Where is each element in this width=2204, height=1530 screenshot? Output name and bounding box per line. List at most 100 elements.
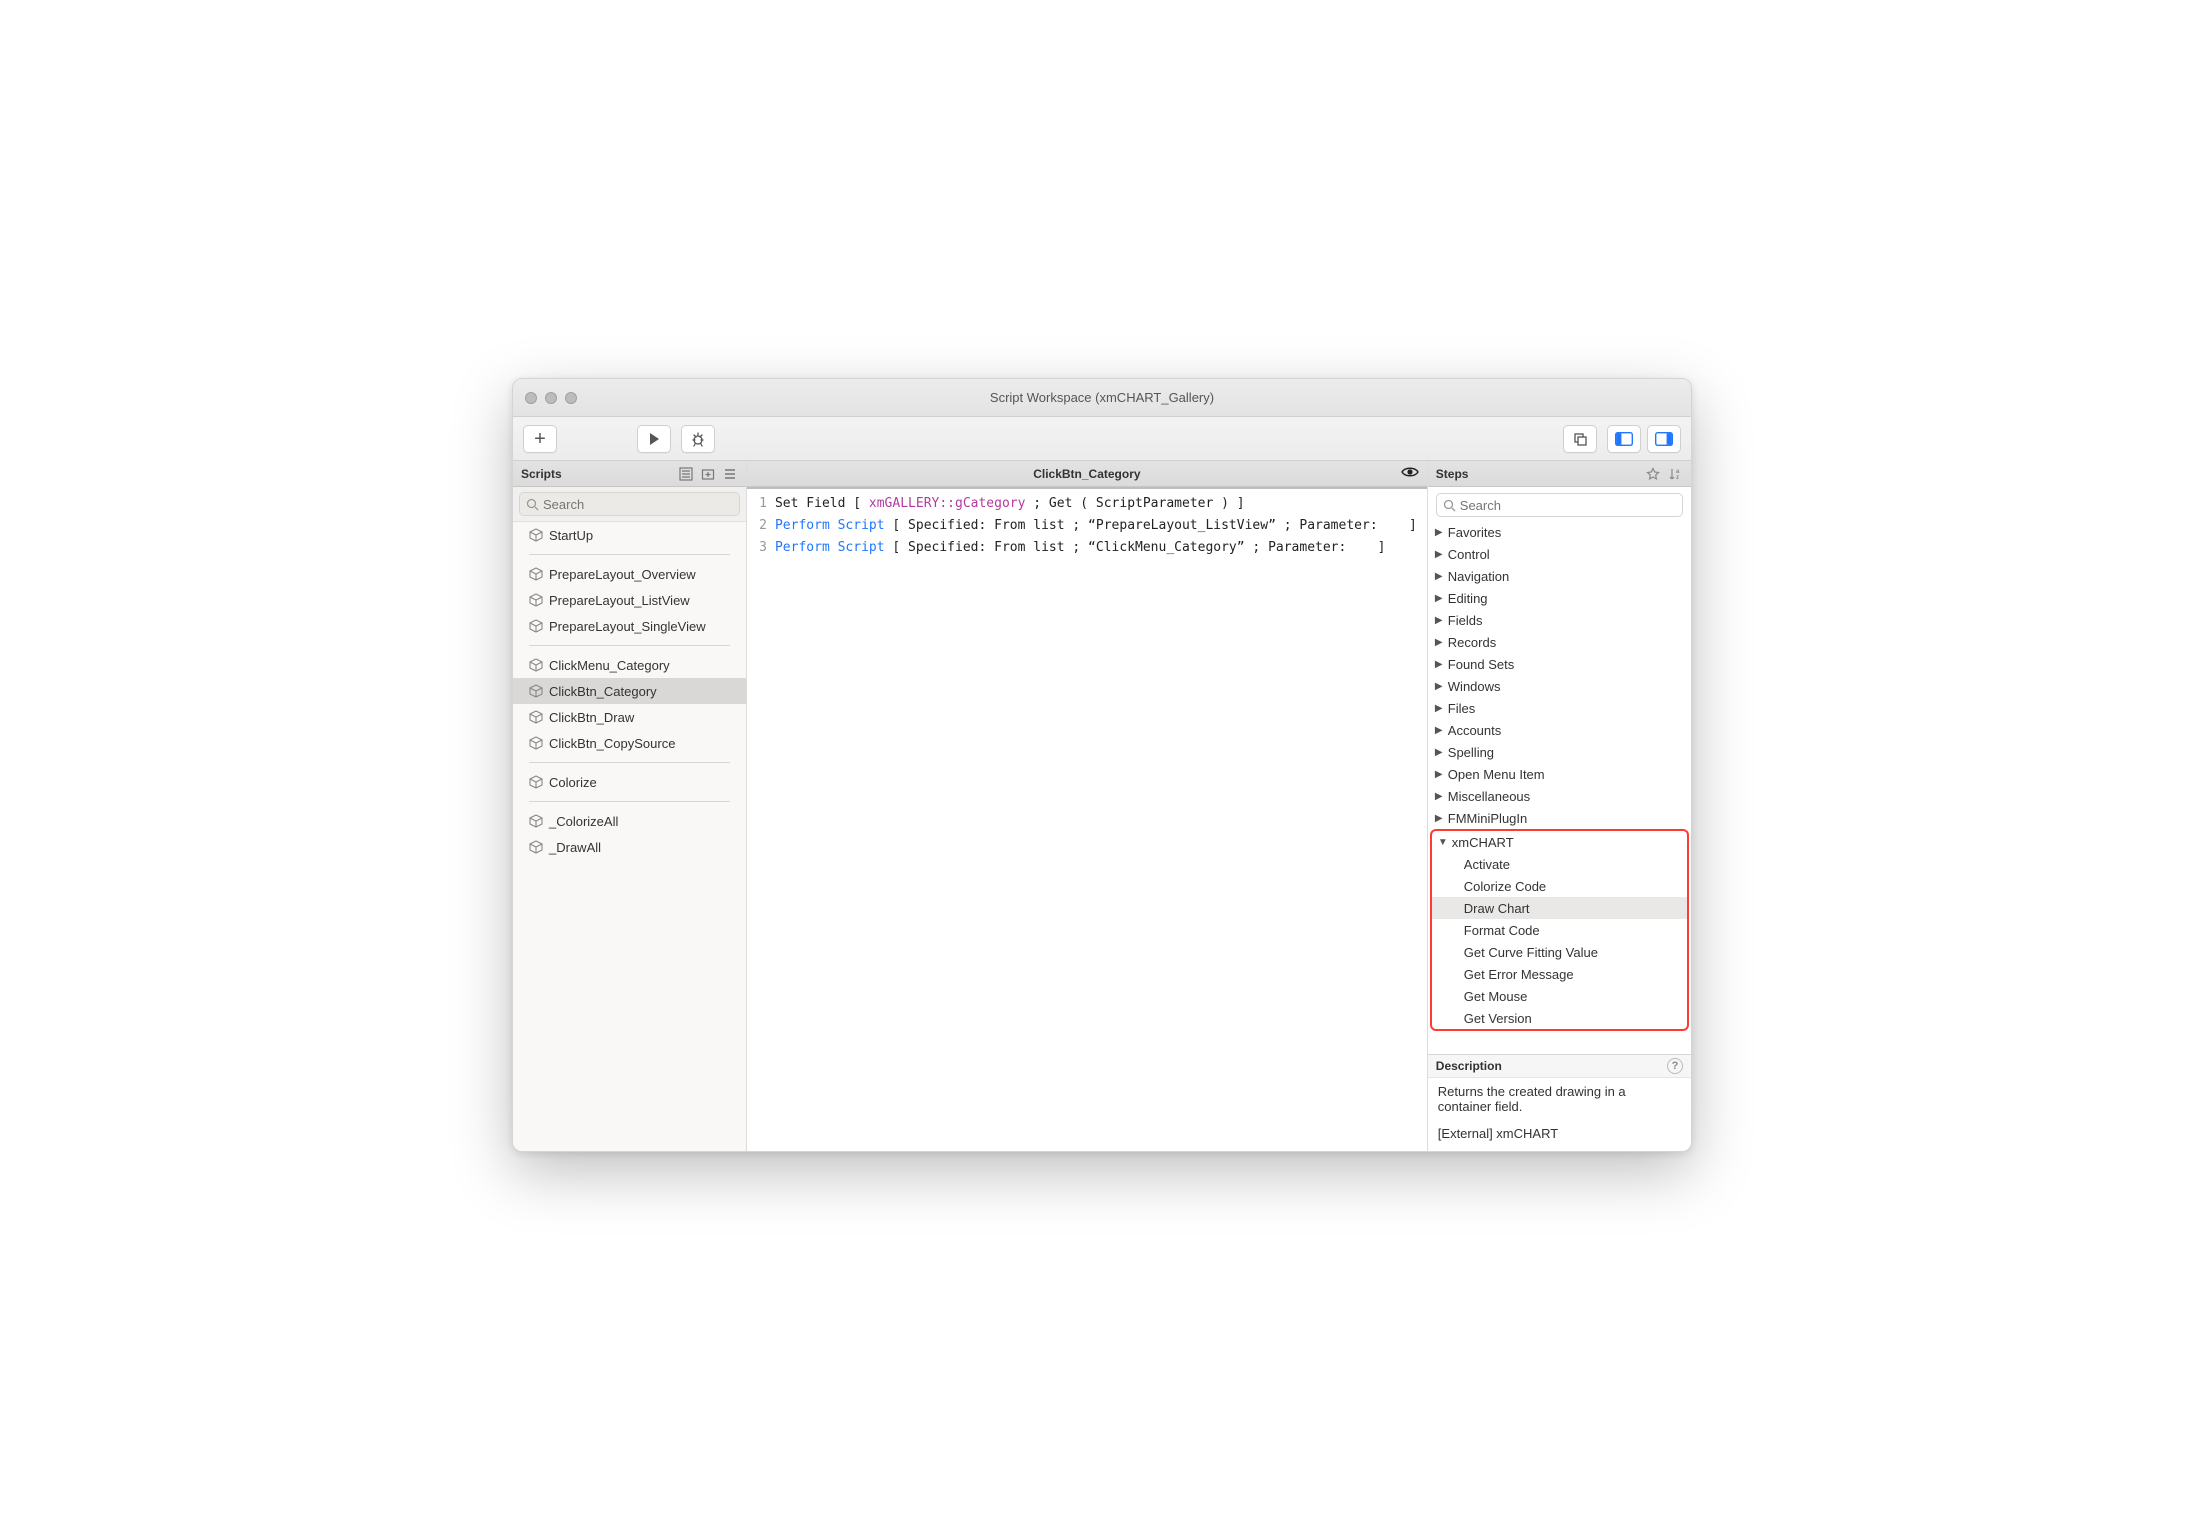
script-item[interactable]: ClickMenu_Category — [513, 652, 746, 678]
script-label: _ColorizeAll — [549, 814, 618, 829]
step-category[interactable]: ▶ Navigation — [1428, 565, 1691, 587]
help-icon[interactable]: ? — [1667, 1058, 1683, 1074]
bug-icon — [690, 431, 706, 447]
step-item[interactable]: Draw Chart — [1432, 897, 1687, 919]
run-button[interactable] — [637, 425, 671, 453]
disclosure-icon: ▼ — [1438, 837, 1448, 848]
toggle-right-pane-button[interactable] — [1647, 425, 1681, 453]
scripts-header: Scripts — [513, 461, 746, 487]
step-category[interactable]: ▶Records — [1428, 631, 1691, 653]
step-category[interactable]: ▶FMMiniPlugIn — [1428, 807, 1691, 829]
step-item[interactable]: Get Curve Fitting Value — [1432, 941, 1687, 963]
step-category[interactable]: ▶Fields — [1428, 609, 1691, 631]
script-icon — [529, 736, 543, 750]
step-item[interactable]: Colorize Code — [1432, 875, 1687, 897]
category-label: Editing — [1448, 591, 1488, 606]
step-category[interactable]: ▼ xmCHART — [1432, 831, 1687, 853]
scripts-search-input[interactable] — [543, 497, 733, 512]
disclosure-icon: ▶ — [1434, 571, 1444, 582]
sort-icon[interactable]: az — [1667, 466, 1683, 482]
category-label: Spelling — [1448, 745, 1494, 760]
step-category[interactable]: ▶Open Menu Item — [1428, 763, 1691, 785]
titlebar: Script Workspace (xmCHART_Gallery) — [513, 379, 1691, 417]
window-controls — [525, 392, 577, 404]
step-category[interactable]: ▶Miscellaneous — [1428, 785, 1691, 807]
step-category[interactable]: ▶Control — [1428, 543, 1691, 565]
category-label: Navigation — [1448, 569, 1509, 584]
scripts-checklist-icon[interactable] — [678, 466, 694, 482]
highlighted-category: ▼ xmCHART Activate Colorize CodeDraw ChartF… — [1430, 829, 1689, 1031]
step-category[interactable]: ▶Files — [1428, 697, 1691, 719]
disclosure-icon: ▶ — [1434, 527, 1444, 538]
script-item[interactable]: Colorize — [513, 769, 746, 795]
step-label: Get Mouse — [1464, 989, 1528, 1004]
new-script-button[interactable]: + — [523, 425, 557, 453]
category-label: Accounts — [1448, 723, 1501, 738]
step-category[interactable]: ▶Favorites — [1428, 521, 1691, 543]
debug-button[interactable] — [681, 425, 715, 453]
step-category[interactable]: ▶ Editing — [1428, 587, 1691, 609]
steps-pane: Steps az ▶Favorites▶Control▶Navigation▶E… — [1428, 461, 1691, 1151]
disclosure-icon: ▶ — [1434, 615, 1444, 626]
script-item[interactable]: PrepareLayout_ListView — [513, 587, 746, 613]
code-line[interactable]: 3Perform Script [ Specified: From list ;… — [747, 537, 1427, 559]
close-icon[interactable] — [525, 392, 537, 404]
script-label: ClickMenu_Category — [549, 658, 670, 673]
disclosure-icon: ▶ — [1434, 549, 1444, 560]
steps-search[interactable] — [1436, 493, 1683, 517]
script-label: ClickBtn_CopySource — [549, 736, 675, 751]
list-options-icon[interactable] — [722, 466, 738, 482]
visibility-icon[interactable] — [1401, 466, 1419, 481]
separator — [529, 554, 730, 555]
steps-search-wrap — [1428, 487, 1691, 521]
step-category[interactable]: ▶Found Sets — [1428, 653, 1691, 675]
step-item[interactable]: Format Code — [1432, 919, 1687, 941]
script-workspace-window: Script Workspace (xmCHART_Gallery) + Scr… — [512, 378, 1692, 1152]
script-item[interactable]: StartUp — [513, 522, 746, 548]
search-icon — [1443, 499, 1456, 512]
category-label: xmCHART — [1452, 835, 1514, 850]
script-label: PrepareLayout_ListView — [549, 593, 690, 608]
zoom-icon[interactable] — [565, 392, 577, 404]
disclosure-icon: ▶ — [1434, 637, 1444, 648]
script-item[interactable]: PrepareLayout_SingleView — [513, 613, 746, 639]
script-item[interactable]: ClickBtn_Category — [513, 678, 746, 704]
steps-list[interactable]: ▶Favorites▶Control▶Navigation▶Editing▶Fi… — [1428, 521, 1691, 1054]
editor-body[interactable]: 1Set Field [ xmGALLERY::gCategory ; Get … — [747, 487, 1427, 1151]
line-number: 2 — [747, 515, 775, 537]
play-icon — [650, 433, 659, 445]
step-item[interactable]: Get Version — [1432, 1007, 1687, 1029]
script-item[interactable]: _ColorizeAll — [513, 808, 746, 834]
new-folder-icon[interactable] — [700, 466, 716, 482]
step-item[interactable]: Activate — [1432, 853, 1687, 875]
script-label: PrepareLayout_Overview — [549, 567, 696, 582]
step-category[interactable]: ▶Spelling — [1428, 741, 1691, 763]
pane-left-icon — [1615, 432, 1633, 446]
line-number: 3 — [747, 537, 775, 559]
description-body: Returns the created drawing in a contain… — [1428, 1078, 1691, 1151]
step-item[interactable]: Get Error Message — [1432, 963, 1687, 985]
script-item[interactable]: PrepareLayout_Overview — [513, 561, 746, 587]
description-source: [External] xmCHART — [1438, 1126, 1681, 1141]
script-item[interactable]: ClickBtn_Draw — [513, 704, 746, 730]
disclosure-icon: ▶ — [1434, 593, 1444, 604]
step-category[interactable]: ▶Accounts — [1428, 719, 1691, 741]
search-icon — [526, 498, 539, 511]
favorite-icon[interactable] — [1645, 466, 1661, 482]
code-line[interactable]: 1Set Field [ xmGALLERY::gCategory ; Get … — [747, 493, 1427, 515]
minimize-icon[interactable] — [545, 392, 557, 404]
step-label: Get Version — [1464, 1011, 1532, 1026]
script-item[interactable]: ClickBtn_CopySource — [513, 730, 746, 756]
scripts-search[interactable] — [519, 492, 740, 516]
scripts-list[interactable]: StartUp PrepareLayout_Overview PrepareLayo… — [513, 522, 746, 1151]
step-category[interactable]: ▶Windows — [1428, 675, 1691, 697]
scripts-pane: Scripts StartUp PrepareLayout_Overview Pre… — [513, 461, 747, 1151]
step-label: Activate — [1464, 857, 1510, 872]
duplicate-button[interactable] — [1563, 425, 1597, 453]
script-icon — [529, 684, 543, 698]
toggle-left-pane-button[interactable] — [1607, 425, 1641, 453]
script-item[interactable]: _DrawAll — [513, 834, 746, 860]
steps-search-input[interactable] — [1460, 498, 1676, 513]
code-line[interactable]: 2Perform Script [ Specified: From list ;… — [747, 515, 1427, 537]
step-item[interactable]: Get Mouse — [1432, 985, 1687, 1007]
